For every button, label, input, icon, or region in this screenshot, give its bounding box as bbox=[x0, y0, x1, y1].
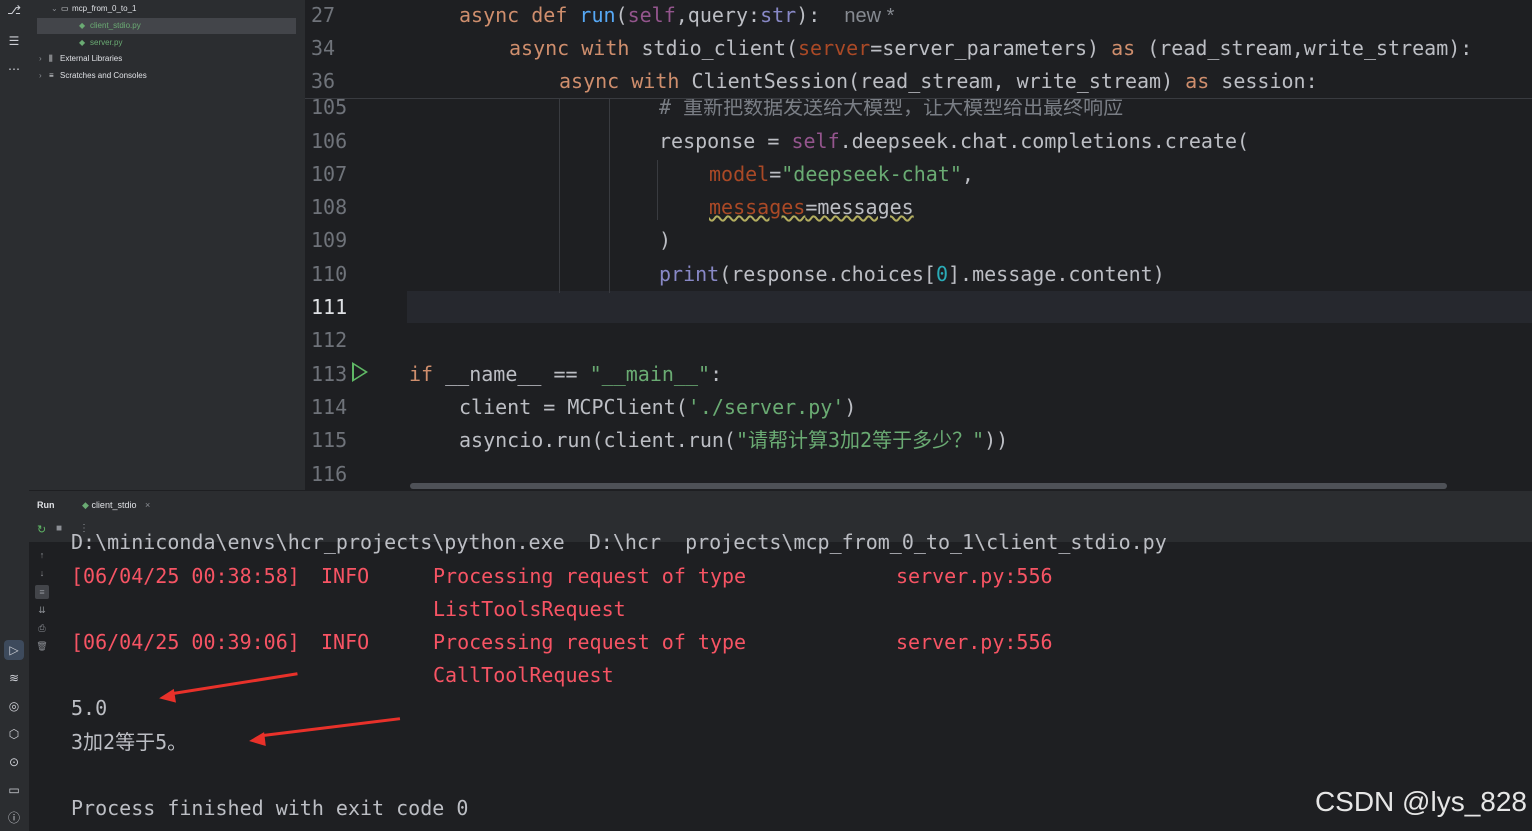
structure-icon[interactable]: ☰ bbox=[4, 31, 24, 51]
code-line: messages=messages bbox=[709, 195, 914, 219]
python-file-icon: ◆ bbox=[79, 38, 86, 47]
line-number: 115 bbox=[311, 428, 348, 452]
code-line: async with ClientSession(read_stream, wr… bbox=[559, 69, 1318, 93]
stop-icon[interactable]: ■ bbox=[56, 523, 62, 534]
trash-icon[interactable]: 🗑 bbox=[35, 639, 49, 653]
python-console-icon[interactable]: ◎ bbox=[4, 696, 24, 716]
horizontal-scrollbar[interactable] bbox=[410, 483, 1447, 489]
code-line: print(response.choices[0].message.conten… bbox=[659, 262, 1165, 286]
tree-item-project-folder[interactable]: ⌄ ▭ mcp_from_0_to_1 bbox=[51, 1, 136, 17]
log-message: Processing request of type bbox=[433, 630, 747, 654]
line-number: 27 bbox=[311, 3, 336, 27]
run-icon[interactable]: ▷ bbox=[4, 640, 24, 660]
line-number: 116 bbox=[311, 462, 348, 486]
code-line: async with stdio_client(server=server_pa… bbox=[509, 36, 1473, 60]
code-line: async def run(self,query:str): new * bbox=[459, 3, 895, 27]
code-line: response = self.deepseek.chat.completion… bbox=[659, 129, 1250, 153]
log-time: [06/04/25 00:38:58] bbox=[71, 564, 300, 588]
line-number: 114 bbox=[311, 395, 348, 419]
tree-item-external-libraries[interactable]: › ⫼ External Libraries bbox=[39, 51, 122, 67]
scratches-icon: ≡ bbox=[49, 71, 54, 80]
run-panel-header: Run ◆ client_stdio × bbox=[29, 490, 1532, 522]
rerun-icon[interactable]: ↻ bbox=[37, 523, 46, 536]
indent-guide bbox=[559, 98, 560, 293]
soft-wrap-icon[interactable]: ≡ bbox=[35, 585, 49, 599]
line-number: 112 bbox=[311, 328, 348, 352]
run-panel-title: Run bbox=[37, 500, 55, 510]
code-line: if __name__ == "__main__": bbox=[409, 362, 723, 386]
problems-icon[interactable]: ⓘ bbox=[4, 808, 24, 828]
indent-guide bbox=[657, 160, 658, 220]
current-line-highlight bbox=[407, 291, 1532, 323]
output-tool-result: 5.0 bbox=[71, 696, 108, 720]
python-file-icon: ◆ bbox=[79, 21, 86, 30]
output-final-answer: 3加2等于5。 bbox=[71, 730, 188, 754]
console-output[interactable]: D:\miniconda\envs\hcr_projects\python.ex… bbox=[53, 530, 1532, 831]
python-file-icon: ◆ bbox=[82, 500, 89, 510]
exit-message: Process finished with exit code 0 bbox=[71, 796, 469, 820]
code-line: ) bbox=[659, 228, 672, 252]
tab-client-stdio[interactable]: ◆ client_stdio × bbox=[74, 491, 159, 522]
command-line: D:\miniconda\envs\hcr_projects\python.ex… bbox=[71, 530, 1167, 554]
line-number: 107 bbox=[311, 162, 348, 186]
log-message-cont: CallToolRequest bbox=[433, 663, 614, 687]
log-time: [06/04/25 00:39:06] bbox=[71, 630, 300, 654]
scroll-up-icon[interactable]: ↑ bbox=[35, 548, 49, 562]
annotation-arrow-head bbox=[248, 732, 266, 748]
code-line: model="deepseek-chat", bbox=[709, 162, 974, 186]
sticky-lines-header[interactable]: 27 34 36 async def run(self,query:str): … bbox=[305, 0, 1532, 99]
log-level: INFO bbox=[321, 630, 370, 654]
log-message: Processing request of type bbox=[433, 564, 747, 588]
line-number: 109 bbox=[311, 228, 348, 252]
line-number: 106 bbox=[311, 129, 348, 153]
layers-icon[interactable]: ≋ bbox=[4, 668, 24, 688]
tree-item-client-stdio[interactable]: ◆ client_stdio.py bbox=[37, 18, 296, 34]
tree-item-scratches[interactable]: › ≡ Scratches and Consoles bbox=[39, 68, 147, 84]
more-icon[interactable]: ⋯ bbox=[4, 59, 24, 79]
log-source: server.py:556 bbox=[896, 564, 1053, 588]
console-side-toolbar: ↑ ↓ ≡ ⇊ ⎙ 🗑 bbox=[29, 542, 53, 831]
annotation-arrow-head bbox=[158, 688, 176, 706]
folder-icon: ▭ bbox=[61, 4, 69, 13]
line-number: 34 bbox=[311, 36, 336, 60]
commit-icon[interactable]: ⎇ bbox=[4, 0, 24, 20]
print-icon[interactable]: ⎙ bbox=[35, 621, 49, 635]
watermark: CSDN @lys_828 bbox=[1314, 786, 1527, 817]
line-number: 108 bbox=[311, 195, 348, 219]
activity-bar: ⎇ ☰ ⋯ ▷ ≋ ◎ ⬡ ⊙ ▭ ⓘ bbox=[0, 0, 30, 831]
code-line: asyncio.run(client.run("请帮计算3加2等于多少？")) bbox=[459, 428, 1009, 452]
project-tree: ⌄ ▭ mcp_from_0_to_1 ◆ client_stdio.py ◆ serv… bbox=[29, 0, 305, 490]
tree-item-server[interactable]: ◆ server.py bbox=[79, 35, 122, 51]
line-number: 111 bbox=[311, 295, 348, 319]
python-packages-icon[interactable]: ⬡ bbox=[4, 724, 24, 744]
terminal-icon[interactable]: ▭ bbox=[4, 780, 24, 800]
scroll-to-end-icon[interactable]: ⇊ bbox=[35, 603, 49, 617]
run-gutter-icon[interactable] bbox=[352, 362, 368, 382]
code-editor[interactable]: 105 106 107 108 109 110 111 112 113 114 … bbox=[305, 0, 1532, 490]
author-hint: new * bbox=[844, 5, 895, 27]
log-message-cont: ListToolsRequest bbox=[433, 597, 626, 621]
line-number: 110 bbox=[311, 262, 348, 286]
chevron-down-icon: ⌄ bbox=[51, 4, 58, 13]
close-icon[interactable]: × bbox=[145, 500, 150, 510]
scroll-down-icon[interactable]: ↓ bbox=[35, 566, 49, 580]
log-source: server.py:556 bbox=[896, 630, 1053, 654]
tab-label: client_stdio bbox=[91, 500, 137, 510]
indent-guide bbox=[609, 98, 610, 293]
annotation-arrow bbox=[262, 717, 401, 737]
annotation-arrow bbox=[172, 672, 298, 695]
services-icon[interactable]: ⊙ bbox=[4, 752, 24, 772]
code-line: client = MCPClient('./server.py') bbox=[459, 395, 857, 419]
chevron-right-icon: › bbox=[39, 71, 42, 80]
log-level: INFO bbox=[321, 564, 370, 588]
library-icon: ⫼ bbox=[49, 54, 53, 63]
chevron-right-icon: › bbox=[39, 54, 42, 63]
line-number: 36 bbox=[311, 69, 336, 93]
